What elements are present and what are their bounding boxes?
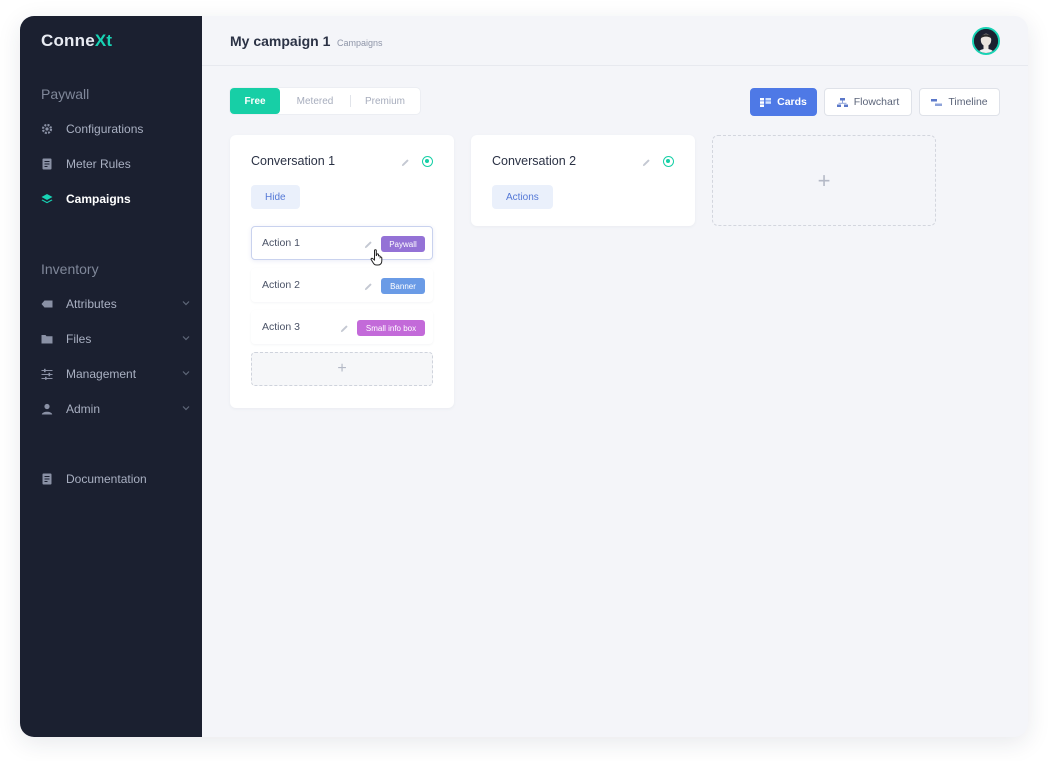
edit-icon[interactable] (401, 158, 410, 167)
sidebar-item-label: Management (66, 367, 137, 381)
edit-icon[interactable] (340, 324, 349, 333)
sidebar-item-label: Configurations (66, 122, 144, 136)
sidebar: ConneXt Paywall Configurations Meter Rul… (20, 16, 202, 737)
cards-icon (760, 97, 772, 107)
sidebar-item-meter-rules[interactable]: Meter Rules (41, 154, 191, 174)
sidebar-item-configurations[interactable]: Configurations (41, 119, 191, 139)
edit-icon[interactable] (642, 158, 651, 167)
view-flowchart-label: Flowchart (853, 96, 900, 108)
action-row[interactable]: Action 3 Small info box (251, 310, 433, 344)
action-row[interactable]: Action 2 Banner (251, 268, 433, 302)
edit-icon[interactable] (364, 240, 373, 249)
document-icon (42, 158, 52, 170)
action-type-badge: Paywall (381, 236, 425, 252)
sidebar-item-admin[interactable]: Admin (41, 399, 191, 419)
sidebar-item-files[interactable]: Files (41, 329, 191, 349)
sidebar-item-documentation[interactable]: Documentation (41, 469, 191, 489)
sidebar-item-management[interactable]: Management (41, 364, 191, 384)
tier-metered[interactable]: Metered (280, 88, 350, 114)
sidebar-section-inventory: Inventory (41, 261, 99, 277)
action-label: Action 1 (262, 237, 300, 249)
sidebar-item-label: Admin (66, 402, 101, 416)
tier-premium[interactable]: Premium (351, 88, 419, 114)
action-label: Action 2 (262, 279, 300, 291)
top-bar: My campaign 1 Campaigns (202, 16, 1028, 66)
chevron-down-icon[interactable] (181, 403, 191, 413)
sidebar-item-campaigns[interactable]: Campaigns (41, 189, 191, 209)
breadcrumb[interactable]: Campaigns (337, 38, 383, 48)
add-conversation-button[interactable]: + (712, 135, 936, 226)
add-action-button[interactable]: + (251, 352, 433, 386)
edit-icon[interactable] (364, 282, 373, 291)
timeline-icon (931, 98, 943, 106)
document-icon (42, 473, 52, 485)
view-cards-button[interactable]: Cards (750, 88, 817, 116)
tier-free[interactable]: Free (230, 88, 280, 114)
action-row[interactable]: Action 1 Paywall (251, 226, 433, 266)
actions-button[interactable]: Actions (492, 185, 553, 209)
action-type-badge: Small info box (357, 320, 425, 336)
main-content: My campaign 1 Campaigns Free Metered Pre… (202, 16, 1028, 737)
conversation-title: Conversation 2 (492, 154, 577, 168)
action-label: Action 3 (262, 321, 300, 333)
avatar[interactable] (972, 27, 1000, 55)
conversation-card: Conversation 1 Hide Action 1 Paywall Act… (230, 135, 454, 408)
hide-button[interactable]: Hide (251, 185, 300, 209)
app-window: ConneXt Paywall Configurations Meter Rul… (20, 16, 1028, 737)
user-avatar-icon (974, 29, 998, 53)
action-type-badge: Banner (381, 278, 425, 294)
conversation-active-radio[interactable] (663, 156, 674, 167)
chevron-down-icon[interactable] (181, 298, 191, 308)
conversation-card: Conversation 2 Actions (471, 135, 695, 226)
sidebar-item-label: Documentation (66, 472, 147, 486)
tag-icon (41, 300, 53, 308)
chevron-down-icon[interactable] (181, 368, 191, 378)
sidebar-section-paywall: Paywall (41, 86, 90, 102)
layers-icon (41, 194, 53, 204)
conversation-title: Conversation 1 (251, 154, 336, 168)
gear-icon (41, 123, 53, 135)
sliders-icon (41, 368, 53, 380)
flowchart-icon (836, 97, 848, 107)
view-timeline-label: Timeline (948, 96, 988, 108)
view-cards-label: Cards (777, 96, 807, 108)
sidebar-item-label: Meter Rules (66, 157, 131, 171)
folder-icon (41, 335, 53, 344)
user-icon (41, 403, 53, 415)
sidebar-item-label: Files (66, 332, 92, 346)
app-logo[interactable]: ConneXt (41, 31, 112, 51)
view-flowchart-button[interactable]: Flowchart (824, 88, 912, 116)
sidebar-item-label: Attributes (66, 297, 117, 311)
page-title: My campaign 1 (230, 33, 331, 49)
hand-cursor-icon (370, 249, 383, 266)
conversation-active-radio[interactable] (422, 156, 433, 167)
sidebar-item-label: Campaigns (66, 192, 131, 206)
tier-selector: Free Metered Premium (230, 88, 420, 114)
chevron-down-icon[interactable] (181, 333, 191, 343)
sidebar-item-attributes[interactable]: Attributes (41, 294, 191, 314)
view-timeline-button[interactable]: Timeline (919, 88, 1000, 116)
